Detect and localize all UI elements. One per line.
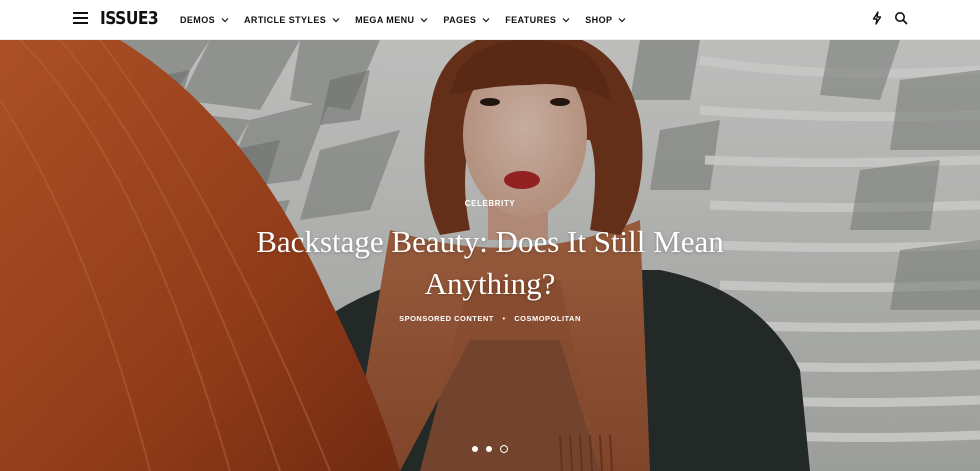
author-link[interactable]: SPONSORED CONTENT [399, 314, 494, 323]
slider-dot-3-active[interactable] [500, 445, 508, 453]
nav-item-mega-menu[interactable]: MEGA MENU [355, 15, 428, 25]
nav-item-pages[interactable]: PAGES [443, 15, 490, 25]
menu-icon[interactable] [73, 12, 88, 24]
nav-item-label: MEGA MENU [355, 15, 415, 25]
nav-item-label: FEATURES [505, 15, 557, 25]
chevron-down-icon [332, 18, 340, 23]
nav-item-label: SHOP [585, 15, 613, 25]
category-label[interactable]: CELEBRITY [465, 199, 516, 208]
nav-item-article-styles[interactable]: ARTICLE STYLES [244, 15, 340, 25]
chevron-down-icon [562, 18, 570, 23]
nav-item-demos[interactable]: DEMOS [180, 15, 229, 25]
meta-separator: • [502, 314, 506, 323]
nav-item-features[interactable]: FEATURES [505, 15, 570, 25]
chevron-down-icon [420, 18, 428, 23]
article-meta: SPONSORED CONTENT • COSMOPOLITAN [0, 314, 980, 323]
slider-dot-2[interactable] [486, 446, 492, 452]
slider-pagination [0, 445, 980, 453]
site-logo[interactable]: ISSUE3 [100, 9, 159, 29]
search-icon[interactable] [894, 11, 908, 25]
header-actions [860, 11, 908, 25]
chevron-down-icon [221, 18, 229, 23]
nav-item-label: ARTICLE STYLES [244, 15, 327, 25]
source-link[interactable]: COSMOPOLITAN [514, 314, 581, 323]
slider-dot-1[interactable] [472, 446, 478, 452]
nav-item-shop[interactable]: SHOP [585, 15, 626, 25]
hero-slider[interactable]: CELEBRITY Backstage Beauty: Does It Stil… [0, 40, 980, 471]
nav-item-label: DEMOS [180, 15, 216, 25]
bolt-icon[interactable] [870, 11, 884, 25]
site-header: ISSUE3 DEMOS ARTICLE STYLES MEGA MENU PA… [0, 0, 980, 40]
chevron-down-icon [618, 18, 626, 23]
chevron-down-icon [482, 18, 490, 23]
main-nav: DEMOS ARTICLE STYLES MEGA MENU PAGES FEA… [180, 0, 641, 40]
hero-content: CELEBRITY Backstage Beauty: Does It Stil… [0, 193, 980, 323]
article-title[interactable]: Backstage Beauty: Does It Still Mean Any… [250, 221, 730, 305]
nav-item-label: PAGES [443, 15, 477, 25]
